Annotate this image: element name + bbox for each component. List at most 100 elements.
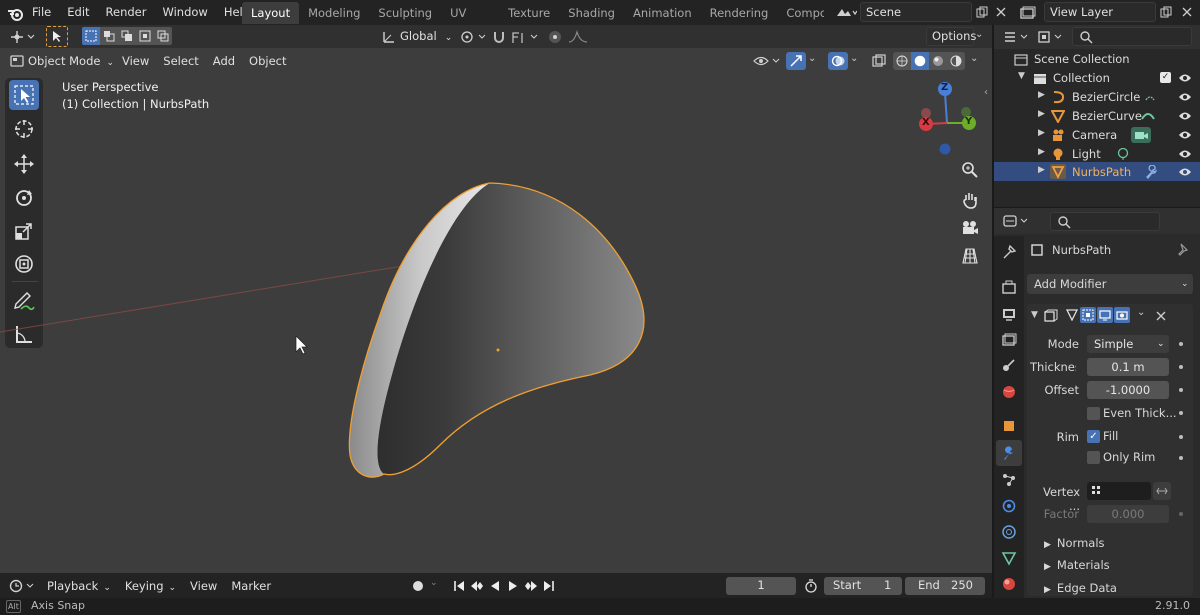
tab-data[interactable] [996,545,1022,571]
keyframe-dot[interactable] [1179,388,1183,392]
subpanel-normals[interactable]: ▶ Normals [1044,536,1105,550]
offset-field[interactable]: -1.0000 [1087,381,1169,399]
even-thickness-checkbox[interactable]: Even Thick... [1087,406,1177,420]
outliner-search-input[interactable] [1072,27,1192,46]
realtime-icon[interactable] [1097,307,1113,323]
tab-view-layer[interactable] [996,327,1022,353]
tab-render[interactable] [996,274,1022,300]
invert-vertex-group-icon[interactable] [1153,482,1171,500]
mode-dropdown[interactable]: Simple ⌄ [1087,335,1169,353]
fill-rim-checkbox[interactable]: ✓ Fill [1087,429,1118,443]
tab-tool[interactable] [996,239,1022,265]
thickness-field[interactable]: 0.1 m [1087,358,1169,376]
prev-keyframe-icon[interactable] [468,577,486,595]
outliner-editor-type-icon[interactable] [1002,28,1030,46]
outliner-row-collection[interactable]: ▼ Collection ✓ [994,69,1200,88]
frame-start-field[interactable]: Start 1 [824,577,902,595]
tab-compositing[interactable]: Compos [777,2,824,24]
expand-arrow-icon[interactable]: ▶ [1038,128,1045,138]
tab-output[interactable] [996,301,1022,327]
outliner-row-beziercircle[interactable]: ▶ BezierCircle [994,88,1200,107]
blender-logo-icon[interactable] [6,4,24,22]
keyframe-dot[interactable] [1179,411,1183,415]
scene-browse-icon[interactable] [833,4,859,21]
tab-modifiers[interactable] [996,440,1022,466]
keyframe-dot[interactable] [1179,512,1183,516]
modifier-menu-chevron-icon[interactable]: ⌄ [1137,307,1145,318]
remove-scene-icon[interactable] [994,3,1008,21]
tab-layout[interactable]: Layout [242,2,300,24]
keyframe-dot[interactable] [1179,365,1183,369]
tab-texture-paint[interactable]: Texture Paint [499,2,559,24]
frame-end-field[interactable]: End 250 [905,577,985,595]
play-reverse-icon[interactable] [486,577,504,595]
tab-physics[interactable] [996,493,1022,519]
tab-constraints[interactable] [996,519,1022,545]
tab-rendering[interactable]: Rendering [701,2,778,24]
outliner-row-scene-collection[interactable]: Scene Collection [994,50,1200,69]
record-icon[interactable] [408,577,428,595]
keyframe-dot[interactable] [1179,342,1183,346]
timeline-editor-type-icon[interactable] [8,577,36,595]
properties-editor-type-icon[interactable] [1002,212,1030,230]
mouse-cursor [295,335,308,355]
collection-checkbox[interactable]: ✓ [1160,72,1171,83]
jump-start-icon[interactable] [450,577,468,595]
outliner-row-beziercurve[interactable]: ▶ BezierCurve [994,107,1200,126]
scene-name-field[interactable]: Scene [860,2,972,22]
jump-end-icon[interactable] [540,577,558,595]
on-cage-icon[interactable] [1064,307,1080,323]
tab-object[interactable] [996,413,1022,439]
tab-shading[interactable]: Shading [559,2,624,24]
edit-mode-icon[interactable] [1080,307,1096,323]
factor-field[interactable]: 0.000 [1087,505,1169,523]
even-thickness-label: Even Thick... [1103,406,1177,420]
keying-chevron-icon[interactable]: ⌄ [430,578,438,588]
curve-icon [1051,110,1065,123]
expand-arrow-icon[interactable]: ▶ [1038,90,1045,100]
panel-collapse-icon[interactable]: ▼ [1031,310,1038,320]
menu-render[interactable]: Render [98,0,155,25]
render-icon[interactable] [1114,307,1130,323]
expand-arrow-icon[interactable]: ▼ [1018,71,1025,81]
outliner-row-nurbspath[interactable]: ▶ NurbsPath [994,162,1200,181]
tab-uv-editing[interactable]: UV Editing [441,2,499,24]
play-icon[interactable] [504,577,522,595]
tab-scene[interactable] [996,352,1022,378]
stopwatch-icon[interactable] [802,577,820,595]
3d-viewport[interactable]: Global ⌄ Options ⌄ Object Mode ⌄ View Sele… [0,25,992,573]
menu-window[interactable]: Window [154,0,215,25]
subpanel-materials[interactable]: ▶ Materials [1044,558,1110,572]
view-layer-browse-icon[interactable] [1018,4,1042,21]
view-layer-field[interactable]: View Layer [1044,2,1156,22]
tab-material[interactable] [996,571,1022,597]
tab-modeling[interactable]: Modeling [299,2,369,24]
display-mode-icon[interactable] [1036,28,1064,46]
expand-arrow-icon[interactable]: ▶ [1038,109,1045,119]
menu-marker[interactable]: Marker [224,576,278,596]
properties-search-input[interactable] [1050,212,1160,231]
keyframe-dot[interactable] [1179,456,1183,460]
only-rim-checkbox[interactable]: Only Rim [1087,450,1155,464]
menu-view[interactable]: View [183,576,224,596]
next-keyframe-icon[interactable] [522,577,540,595]
new-scene-icon[interactable] [974,3,990,21]
add-modifier-dropdown[interactable]: Add Modifier ⌄ [1027,274,1193,294]
new-view-layer-icon[interactable] [1158,3,1174,21]
menu-file[interactable]: File [24,0,59,25]
tab-sculpting[interactable]: Sculpting [369,2,441,24]
vertex-group-field[interactable] [1087,482,1151,500]
keyframe-dot[interactable] [1179,435,1183,439]
subpanel-edge-data[interactable]: ▶ Edge Data [1044,581,1117,595]
expand-arrow-icon[interactable]: ▶ [1038,147,1045,157]
current-frame-field[interactable]: 1 [726,577,796,595]
tab-animation[interactable]: Animation [624,2,701,24]
remove-view-layer-icon[interactable] [1180,3,1194,21]
tab-world[interactable] [996,379,1022,405]
menu-edit[interactable]: Edit [59,0,97,25]
tab-particles[interactable] [996,467,1022,493]
menu-keying[interactable]: Keying ⌄ [118,576,183,596]
expand-arrow-icon[interactable]: ▶ [1038,165,1045,175]
outliner-row-camera[interactable]: ▶ Camera [994,126,1200,145]
menu-playback[interactable]: Playback ⌄ [40,576,118,596]
